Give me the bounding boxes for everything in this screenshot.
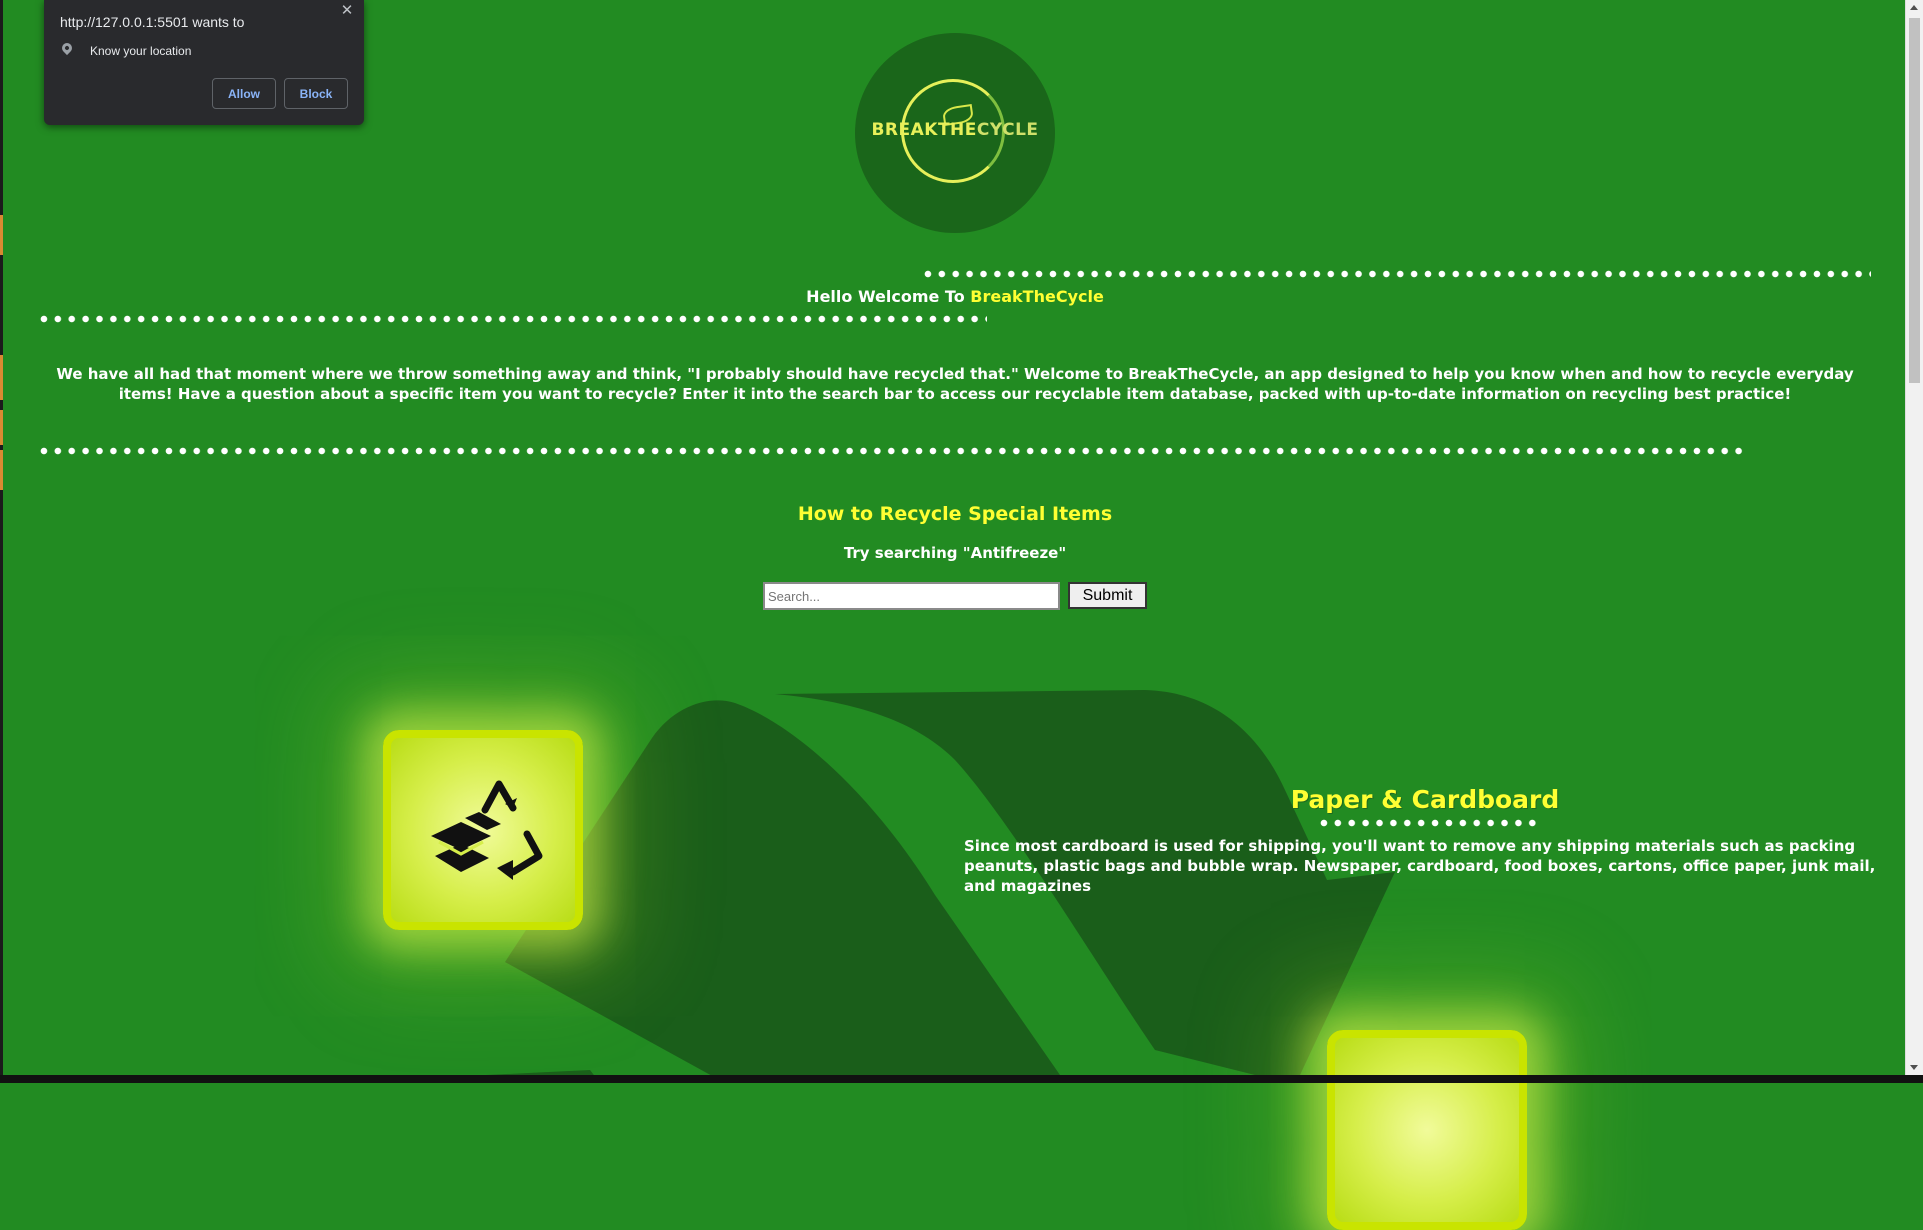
dotted-divider [37, 314, 987, 324]
window-bottom-edge [0, 1075, 1923, 1083]
search-input[interactable] [763, 582, 1060, 610]
edge-marker [0, 355, 3, 400]
recycle-box-icon [431, 780, 543, 880]
permission-request-text: Know your location [90, 44, 192, 58]
scroll-up-icon[interactable] [1910, 5, 1918, 10]
logo-wordmark-part1: BREAKTHE [871, 120, 977, 140]
block-button[interactable]: Block [284, 78, 348, 109]
scroll-down-icon[interactable] [1910, 1065, 1918, 1070]
edge-marker [0, 215, 3, 255]
logo-wordmark: BREAKTHECYCLE [855, 120, 1055, 140]
paper-cardboard-card [383, 730, 583, 930]
welcome-prefix: Hello Welcome To [806, 287, 965, 306]
permission-origin: http://127.0.0.1:5501 wants to [60, 14, 245, 30]
close-icon[interactable]: ✕ [339, 3, 355, 19]
next-category-card [1327, 1030, 1527, 1230]
window-left-edge [0, 0, 3, 1083]
location-pin-icon [59, 40, 75, 56]
scrollbar-thumb[interactable] [1909, 18, 1920, 383]
welcome-brand: BreakTheCycle [970, 287, 1104, 306]
submit-button[interactable]: Submit [1068, 582, 1147, 609]
allow-button[interactable]: Allow [212, 78, 276, 109]
category-title: Paper & Cardboard [1290, 785, 1560, 814]
special-items-heading: How to Recycle Special Items [797, 503, 1113, 525]
category-description: Since most cardboard is used for shippin… [964, 837, 1876, 895]
welcome-heading: Hello Welcome To BreakTheCycle [0, 287, 1910, 306]
logo-wordmark-part2: CYCLE [976, 120, 1039, 140]
search-hint: Try searching "Antifreeze" [843, 544, 1067, 562]
location-permission-popup: http://127.0.0.1:5501 wants to ✕ Know yo… [44, 0, 364, 125]
edge-marker [0, 410, 3, 445]
breakthecycle-logo: BREAKTHECYCLE [855, 33, 1055, 233]
dotted-divider [1317, 818, 1539, 828]
page-scrollbar[interactable] [1905, 0, 1923, 1075]
dotted-divider [921, 269, 1871, 279]
edge-marker [0, 450, 3, 490]
dotted-divider [37, 446, 1743, 456]
intro-paragraph: We have all had that moment where we thr… [56, 365, 1854, 403]
